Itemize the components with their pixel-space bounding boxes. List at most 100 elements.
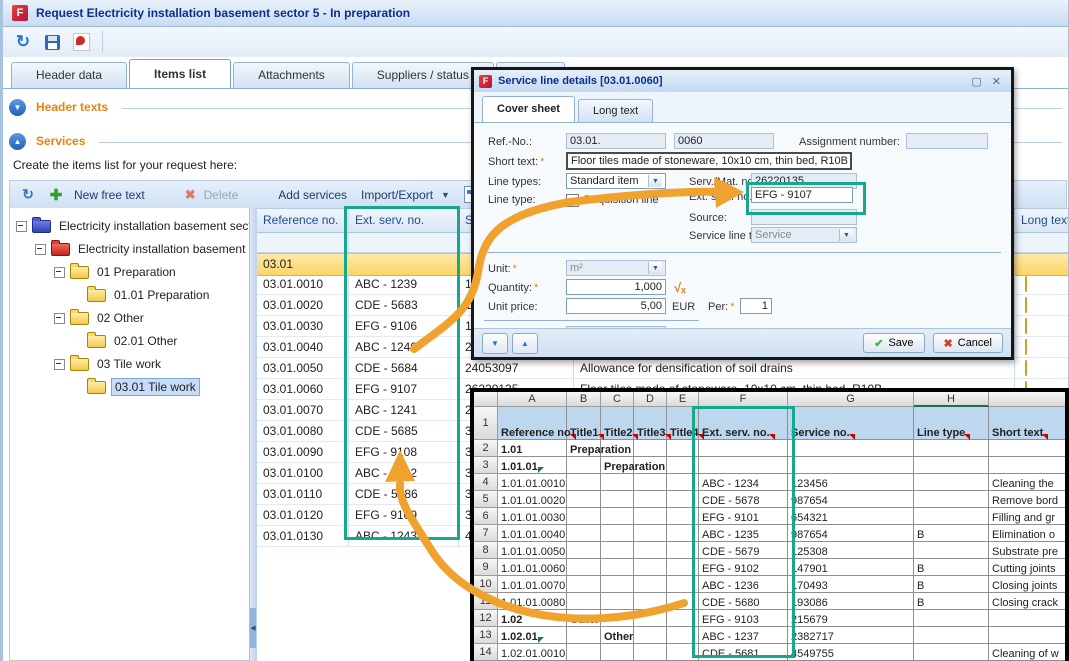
next-line-button[interactable]: ▲ [512,333,538,354]
ref-no-field-2[interactable]: 0060 [674,133,774,149]
sheet-cell[interactable]: 170493 [788,576,914,593]
sheet-cell[interactable]: 1.01.01.0020 [498,491,567,508]
sheet-cell[interactable]: 1.01.01.0030 [498,508,567,525]
sheet-cell[interactable] [667,559,699,576]
row-number[interactable]: 1 [474,407,498,440]
reference-cell[interactable]: 03.01.0090 [257,442,349,463]
sheet-cell[interactable]: 2382717 [788,627,914,644]
sheet-cell[interactable]: 1.01.01 [498,457,567,474]
table-row[interactable]: 03.01.0050CDE - 568424053097Allowance fo… [257,358,1068,379]
sheet-cell[interactable]: 1.02.01.0010 [498,644,567,661]
sheet-cell[interactable]: Filling and gr [989,508,1069,525]
sheet-cell[interactable] [634,593,667,610]
sheet-cell[interactable] [634,542,667,559]
sheet-cell[interactable] [601,593,634,610]
ext-serv-cell[interactable]: ABC - 1242 [349,463,459,484]
reference-cell[interactable]: 03.01.0020 [257,295,349,316]
sheet-cell[interactable] [667,610,699,627]
sheet-cell[interactable]: Other [601,627,634,644]
sheet-cell[interactable] [914,542,989,559]
sheet-cell[interactable] [601,576,634,593]
tree-item[interactable]: Electricity installation basement se [35,239,251,259]
tree-expander-icon[interactable] [54,313,65,324]
reference-cell[interactable]: 03.01.0060 [257,379,349,400]
sheet-cell[interactable]: 193086 [788,593,914,610]
sheet-cell[interactable]: 1.01.01.0040 [498,525,567,542]
sheet-cell[interactable]: 987654 [788,525,914,542]
checkbox-icon[interactable] [566,194,579,207]
sheet-cell[interactable] [601,542,634,559]
reference-cell[interactable]: 03.01.0120 [257,505,349,526]
sheet-cell[interactable] [634,474,667,491]
long-text-note-icon[interactable] [1025,318,1027,334]
sheet-cell[interactable] [567,491,601,508]
sheet-cell[interactable] [601,644,634,661]
sheet-cell[interactable] [788,440,914,457]
reference-cell[interactable]: 03.01.0050 [257,358,349,379]
sheet-cell[interactable] [914,644,989,661]
tree-item[interactable]: 03 Tile work [54,354,164,374]
sheet-cell[interactable]: 1.02 [498,610,567,627]
sheet-cell[interactable] [601,525,634,542]
sheet-cell[interactable] [601,491,634,508]
sheet-cell[interactable] [667,508,699,525]
column-letter-G[interactable]: G [788,392,914,407]
ext-serv-cell[interactable]: ABC - 1241 [349,400,459,421]
delete-button[interactable]: Delete [204,188,239,202]
sheet-header-cell[interactable]: Title3 [634,407,667,440]
sheet-cell[interactable]: 1.02.01 [498,627,567,644]
sheet-cell[interactable] [567,457,601,474]
short-text-field[interactable]: Floor tiles made of stoneware, 10x10 cm,… [566,152,852,170]
long-text-cell[interactable] [1015,274,1068,295]
tree-item[interactable]: 02.01 Other [87,331,180,351]
sheet-cell[interactable] [634,576,667,593]
ext-serv-cell[interactable]: ABC - 1243 [349,526,459,547]
source-field[interactable] [751,209,857,225]
chevron-down-icon[interactable]: ▼ [648,175,662,187]
unit-price-field[interactable]: 5,00 [566,298,666,314]
ext-serv-cell[interactable]: CDE - 5683 [349,295,459,316]
sheet-cell[interactable] [914,491,989,508]
sheet-header-cell[interactable]: Short text [989,407,1069,440]
tab-header-data[interactable]: Header data [11,62,127,88]
filter-cell[interactable] [1015,233,1068,253]
row-number[interactable]: 7 [474,525,498,542]
tab-attachments[interactable]: Attachments [233,62,350,88]
sheet-cell[interactable]: 987654 [788,491,914,508]
sheet-cell[interactable] [634,559,667,576]
sheet-cell[interactable] [989,440,1069,457]
tree-item[interactable]: 01.01 Preparation [87,285,212,305]
short-text-cell[interactable]: Allowance for densification of soil drai… [574,358,1015,379]
ref-no-field-1[interactable]: 03.01. [566,133,666,149]
row-number[interactable]: 3 [474,457,498,474]
sheet-cell[interactable] [567,474,601,491]
refresh-services-button[interactable]: ↻ [18,185,38,205]
add-services-button[interactable]: Add services [278,188,347,202]
sheet-cell[interactable]: ABC - 1237 [699,627,788,644]
import-export-button[interactable]: Import/Export [361,188,433,202]
previous-line-button[interactable]: ▼ [482,333,508,354]
long-text-cell[interactable] [1015,295,1068,316]
sheet-cell[interactable] [634,627,667,644]
tree-expander-icon[interactable] [16,221,27,232]
sheet-cell[interactable]: EFG - 9101 [699,508,788,525]
sheet-cell[interactable] [667,644,699,661]
ext-serv-cell[interactable]: EFG - 9107 [349,379,459,400]
sheet-header-cell[interactable]: Reference no [498,407,567,440]
sheet-cell[interactable] [667,474,699,491]
collapse-handle-icon[interactable]: ◀ [250,608,256,648]
sheet-cell[interactable] [567,525,601,542]
sheet-cell[interactable]: Substrate pre [989,542,1069,559]
sheet-header-cell[interactable]: Ext. serv. no. [699,407,788,440]
reference-cell[interactable]: 03.01.0070 [257,400,349,421]
dialog-tab-cover-sheet[interactable]: Cover sheet [482,96,575,122]
filter-cell[interactable] [349,233,459,253]
sheet-cell[interactable]: 125308 [788,542,914,559]
tree-item[interactable]: 03.01 Tile work [87,377,200,397]
column-header[interactable]: Long text [1015,209,1068,233]
sheet-cell[interactable] [601,474,634,491]
sheet-cell[interactable]: 1.01.01.0070 [498,576,567,593]
long-text-note-icon[interactable] [1025,360,1027,376]
tab-items-list[interactable]: Items list [129,59,231,88]
sheet-header-cell[interactable]: Line type [914,407,989,440]
